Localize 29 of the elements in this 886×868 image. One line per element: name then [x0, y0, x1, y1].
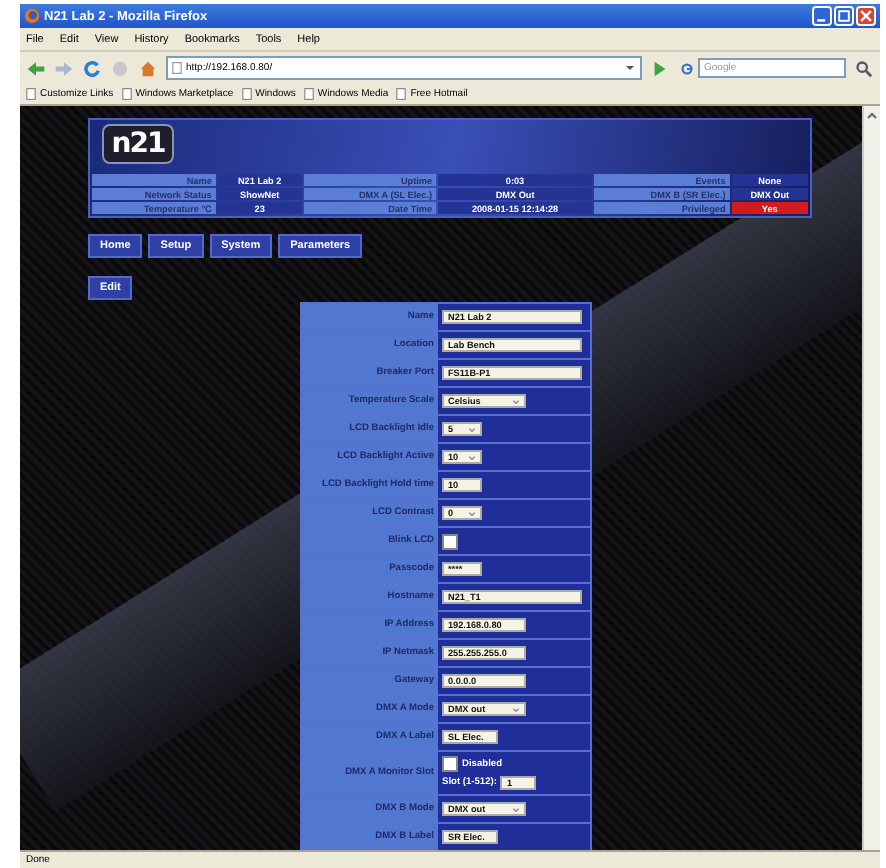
page-icon [172, 62, 182, 74]
checkbox[interactable] [442, 756, 458, 772]
maximize-icon [836, 8, 852, 24]
close-icon [858, 8, 874, 24]
go-arrow-icon[interactable] [650, 59, 670, 77]
caret-icon [468, 509, 476, 517]
search-engine-icon[interactable] [680, 61, 694, 75]
minimize-button[interactable] [812, 6, 832, 26]
maximize-button[interactable] [834, 6, 854, 26]
page-icon [121, 88, 132, 100]
home-icon[interactable] [138, 59, 158, 77]
caret-icon [468, 425, 476, 433]
search-icon[interactable] [854, 59, 874, 77]
close-button[interactable] [856, 6, 876, 26]
logo: n21 [102, 124, 174, 164]
back-arrow-icon[interactable] [26, 59, 46, 77]
caret-icon [512, 705, 520, 713]
caret-icon [512, 397, 520, 405]
scrollbar[interactable] [862, 106, 880, 850]
checkbox[interactable] [442, 533, 458, 549]
caret-icon [468, 453, 476, 461]
reload-icon[interactable] [82, 59, 102, 77]
page-icon [303, 88, 314, 100]
caret-icon [512, 805, 520, 813]
page-icon [396, 88, 407, 100]
browser-logo-icon [24, 8, 40, 24]
page-icon [26, 88, 36, 100]
page-icon [241, 88, 252, 100]
caret-icon[interactable] [624, 62, 636, 74]
